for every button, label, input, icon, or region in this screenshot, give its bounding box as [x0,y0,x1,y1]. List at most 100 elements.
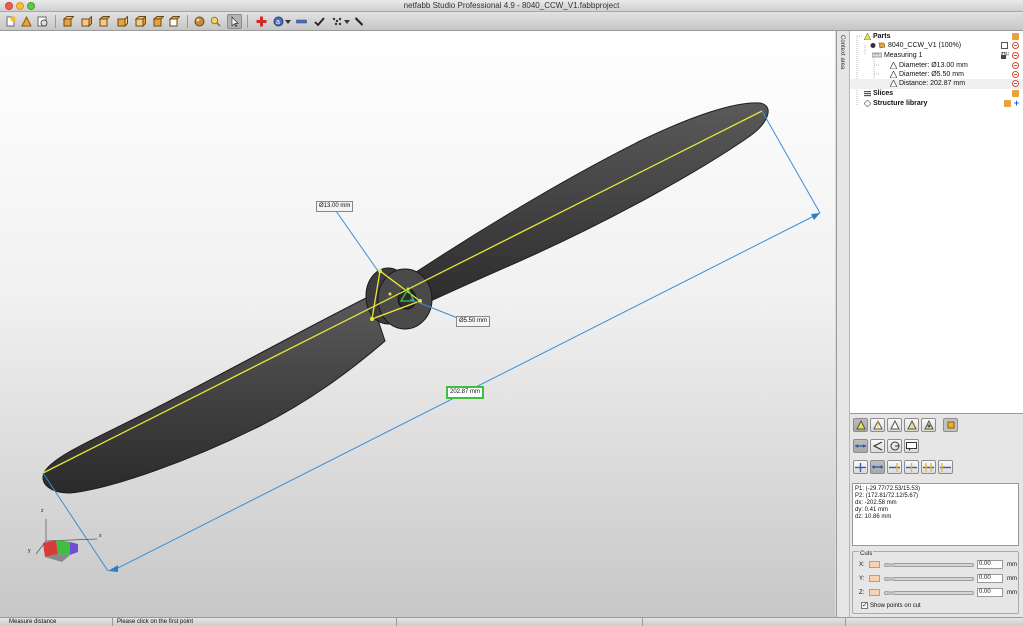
tree-label-measuring: Measuring 1 [883,52,923,59]
tree-item-slices[interactable]: Slices [864,89,893,98]
cut-x-swatch[interactable] [869,561,880,568]
info-line-p2: P2: (172.81/72.12/5.67) [855,493,919,499]
structure-add-icon[interactable]: + [1013,99,1020,108]
measure-shell-tool-icon[interactable] [921,418,936,432]
snap-cross-icon[interactable] [853,460,868,474]
slices-icon [864,90,871,96]
cut-row-y: Y: 0.00 mm [853,574,1020,584]
snap-edge-icon[interactable] [938,460,953,474]
tree-item-structure-library[interactable]: Structure library [864,99,927,108]
tree-item-part[interactable]: 8040_CCW_V1 (100%) [870,41,961,50]
tree-item-measurement-1[interactable]: Diameter: Ø13.00 mm [890,61,968,70]
cut-y-input[interactable]: 0.00 [977,574,1003,583]
tools-dropdown-icon[interactable] [343,14,351,29]
measure-label-mode-icon[interactable] [904,439,919,453]
cuts-group: Cuts X: 0.00 mm Y: 0.00 mm Z: 0.00 mm Sh… [852,551,1019,614]
cut-y-slider[interactable] [884,577,974,581]
status-bar: Measure distance Please click on the fir… [0,617,1023,626]
show-points-on-cut-checkbox[interactable]: Show points on cut [861,601,921,609]
distance-arrow-right [811,213,820,220]
view-left-icon[interactable] [97,14,112,29]
check-icon[interactable] [312,14,327,29]
measure-point-tool-icon[interactable] [853,418,868,432]
svg-text:a: a [276,19,280,26]
slices-folder-icon[interactable] [1012,90,1019,97]
cut-z-unit: mm [1007,590,1017,596]
info-line-p1: P1: (-29.77/72.53/15.53) [855,486,921,492]
status-mode: Measure distance [9,619,57,625]
axis-z-label: z [41,508,44,514]
snap-center-icon[interactable] [904,460,919,474]
distance-label[interactable]: 202.87 mm [446,386,485,399]
3d-viewport[interactable]: z y x Ø13.00 mm Ø5.50 mm 202.87 mm [0,31,835,617]
measure-distance-icon [890,79,897,87]
measure-triangle-tool-icon[interactable] [887,418,902,432]
measurement-2-remove-icon[interactable] [1012,71,1019,78]
settings-icon[interactable] [35,14,50,29]
snap-right-icon[interactable] [921,460,936,474]
parts-folder-icon[interactable] [1012,33,1019,40]
cuts-title: Cuts [859,551,874,557]
cut-row-z: Z: 0.00 mm [853,588,1020,598]
measure-options-icon[interactable] [943,418,958,432]
cut-x-slider[interactable] [884,563,974,567]
part-box-icon[interactable] [1001,42,1008,49]
propeller-scene [35,102,821,572]
tree-item-measurement-3[interactable]: Distance: 202.87 mm [890,79,965,88]
cut-z-input[interactable]: 0.00 [977,588,1003,597]
cut-z-slider[interactable] [884,591,974,595]
pen-icon[interactable] [352,14,367,29]
leader-diameter-outer [335,210,379,272]
view-top-icon[interactable] [133,14,148,29]
part-remove-icon[interactable] [1012,42,1019,49]
measure-angle-mode-icon[interactable] [870,439,885,453]
cut-z-swatch[interactable] [869,589,880,596]
measure-distance-mode-icon[interactable] [853,439,868,453]
context-area-tab[interactable]: Context area [836,31,850,617]
snap-arrows-icon[interactable] [870,460,885,474]
measuring-icon [872,52,882,58]
context-area-label: Context area [839,35,845,70]
propeller-blade-right [394,102,769,314]
snap-left-icon[interactable] [887,460,902,474]
structure-folder-icon[interactable] [1004,100,1011,107]
view-right-icon[interactable] [115,14,130,29]
analysis-dropdown-icon[interactable] [284,14,292,29]
cut-x-label: X: [859,562,865,568]
measuring-remove-icon[interactable] [1012,52,1019,59]
measurement-3-remove-icon[interactable] [1012,80,1019,87]
measure-edge-tool-icon[interactable] [870,418,885,432]
view-bottom-icon[interactable] [151,14,166,29]
measuring-lock-icon[interactable] [1001,51,1010,59]
repair-icon[interactable] [254,14,269,29]
minus-icon[interactable] [294,14,309,29]
measure-diameter-icon [890,61,897,69]
zoom-icon[interactable] [208,14,223,29]
info-line-dy: dy: 0.41 mm [855,507,889,513]
measurement-1-remove-icon[interactable] [1012,62,1019,69]
tree-item-measuring[interactable]: Measuring 1 [872,51,922,60]
measure-radius-mode-icon[interactable] [887,439,902,453]
tree-item-measurement-2[interactable]: Diameter: Ø5.50 mm [890,70,964,79]
view-back-icon[interactable] [79,14,94,29]
open-icon[interactable] [19,14,34,29]
diameter-inner-label[interactable]: Ø5.50 mm [456,316,491,327]
part-visibility-icon[interactable] [870,42,886,49]
main-toolbar: a [0,12,1023,31]
cut-y-unit: mm [1007,576,1017,582]
status-hint: Please click on the first point [117,619,194,625]
sphere-icon[interactable] [192,14,207,29]
info-line-dz: dz: 10.86 mm [855,514,892,520]
structure-library-icon [864,99,871,107]
diameter-outer-label[interactable]: Ø13.00 mm [316,201,354,212]
view-iso-icon[interactable] [167,14,182,29]
tree-label-slices: Slices [872,90,894,97]
cut-x-input[interactable]: 0.00 [977,560,1003,569]
measure-surface-tool-icon[interactable] [904,418,919,432]
view-front-icon[interactable] [61,14,76,29]
select-icon[interactable] [227,14,242,29]
cut-row-x: X: 0.00 mm [853,560,1020,570]
cut-y-swatch[interactable] [869,575,880,582]
new-part-icon[interactable] [3,14,18,29]
tree-item-parts[interactable]: Parts [864,32,890,41]
